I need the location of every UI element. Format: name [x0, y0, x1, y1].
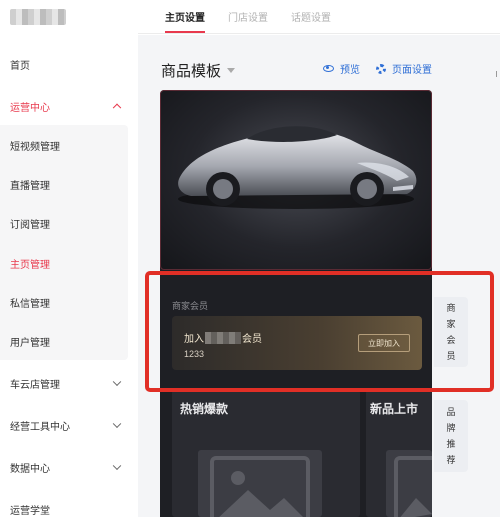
- sidebar: 首页 运营中心 短视频管理 直播管理 订阅管理 主页管理 私信管理 用户管理 车…: [0, 0, 138, 517]
- sidebar-item-label: 私信管理: [10, 298, 50, 310]
- sidebar-item-subscription[interactable]: 订阅管理: [0, 207, 128, 239]
- highlight-annotation: [145, 271, 494, 392]
- sidebar-item-label: 短视频管理: [10, 141, 60, 153]
- new-arrivals-panel[interactable]: 新品上市: [366, 390, 432, 517]
- page-settings-label: 页面设置: [392, 65, 432, 76]
- sidebar-item-short-video[interactable]: 短视频管理: [0, 129, 128, 161]
- section-title: 新品上市: [370, 402, 419, 416]
- page-title: 商品模板: [161, 63, 222, 80]
- eye-icon: [323, 65, 334, 72]
- side-tab-char: 牌: [446, 423, 456, 433]
- tab-topic-settings[interactable]: 话题设置: [291, 9, 331, 24]
- sidebar-item-data-center[interactable]: 数据中心: [0, 451, 138, 483]
- sidebar-item-messages[interactable]: 私信管理: [0, 286, 128, 318]
- sidebar-item-home[interactable]: 首页: [0, 48, 138, 80]
- page-settings-button[interactable]: 页面设置: [376, 61, 432, 76]
- image-placeholder-icon: [198, 450, 322, 517]
- active-tab-indicator: [165, 31, 205, 33]
- gear-icon: [376, 63, 386, 74]
- sidebar-submenu: 短视频管理 直播管理 订阅管理 主页管理 私信管理 用户管理: [0, 125, 128, 360]
- image-placeholder-icon: [386, 450, 432, 517]
- sidebar-item-users[interactable]: 用户管理: [0, 325, 128, 357]
- side-tab-char: 推: [446, 439, 456, 449]
- sidebar-item-label: 运营学堂: [10, 505, 50, 517]
- sidebar-item-business-tools[interactable]: 经营工具中心: [0, 409, 138, 441]
- side-tab-brand-recommend[interactable]: 品 牌 推 荐: [434, 400, 468, 472]
- sidebar-item-label: 主页管理: [10, 259, 50, 271]
- preview-label: 预览: [340, 65, 360, 76]
- sidebar-item-label: 订阅管理: [10, 219, 50, 231]
- tab-bar: 主页设置 门店设置 话题设置: [138, 0, 500, 34]
- sidebar-item-label: 数据中心: [10, 463, 50, 475]
- chevron-up-icon: [112, 103, 122, 113]
- banner-image[interactable]: [160, 90, 432, 270]
- caret-down-icon: [227, 68, 236, 73]
- logo: [10, 9, 66, 25]
- sidebar-item-car-cloud-store[interactable]: 车云店管理: [0, 367, 138, 399]
- chevron-down-icon: [112, 377, 122, 387]
- sidebar-item-live[interactable]: 直播管理: [0, 168, 128, 200]
- sidebar-item-label: 经营工具中心: [10, 421, 70, 433]
- preview-button[interactable]: 预览: [323, 61, 360, 76]
- tab-store-settings[interactable]: 门店设置: [228, 9, 268, 24]
- section-title: 热销爆款: [180, 402, 229, 416]
- sidebar-item-label: 运营中心: [10, 102, 50, 114]
- chevron-down-icon: [112, 461, 122, 471]
- sidebar-item-label: 车云店管理: [10, 379, 60, 391]
- sidebar-item-label: 直播管理: [10, 180, 50, 192]
- sidebar-item-label: 用户管理: [10, 337, 50, 349]
- template-selector[interactable]: 商品模板: [161, 60, 236, 81]
- side-tab-char: 品: [446, 407, 456, 417]
- car-image: [178, 126, 417, 209]
- hot-products-panel[interactable]: 热销爆款: [172, 390, 360, 517]
- sidebar-item-homepage-management[interactable]: 主页管理: [0, 247, 128, 279]
- tab-homepage-settings[interactable]: 主页设置: [165, 9, 205, 24]
- divider: [496, 71, 500, 77]
- sidebar-item-academy[interactable]: 运营学堂: [0, 493, 138, 517]
- side-tab-char: 荐: [446, 455, 456, 465]
- chevron-down-icon: [112, 419, 122, 429]
- sidebar-item-label: 首页: [10, 60, 30, 72]
- sidebar-item-operations-center[interactable]: 运营中心: [0, 90, 138, 122]
